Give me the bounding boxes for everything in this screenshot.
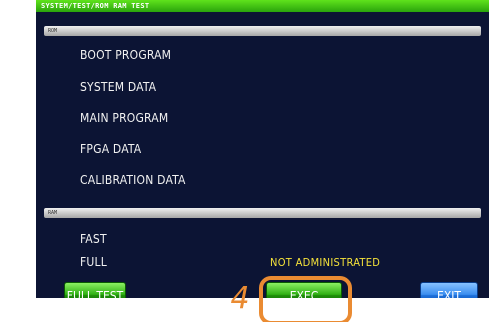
rom-section-header: ROM [44, 26, 481, 36]
ram-item-full[interactable]: FULL [80, 255, 107, 269]
ram-test-status: NOT ADMINISTRATED [270, 256, 381, 269]
full-test-button[interactable]: FULL TEST [64, 282, 126, 298]
rom-item-calibration-data[interactable]: CALIBRATION DATA [80, 173, 186, 187]
exit-button[interactable]: EXIT [420, 282, 478, 298]
ram-item-fast[interactable]: FAST [80, 232, 107, 246]
rom-item-main-program[interactable]: MAIN PROGRAM [80, 111, 168, 125]
ram-section-header: RAM [44, 208, 481, 218]
rom-item-fpga-data[interactable]: FPGA DATA [80, 142, 141, 156]
rom-item-boot-program[interactable]: BOOT PROGRAM [80, 48, 171, 62]
step-number-label: 4 [230, 281, 250, 316]
exec-button[interactable]: EXEC [266, 282, 342, 298]
rom-item-system-data[interactable]: SYSTEM DATA [80, 80, 156, 94]
window-title: SYSTEM/TEST/ROM RAM TEST [36, 0, 489, 12]
rom-ram-test-screen: SYSTEM/TEST/ROM RAM TEST ROM BOOT PROGRA… [36, 0, 489, 298]
